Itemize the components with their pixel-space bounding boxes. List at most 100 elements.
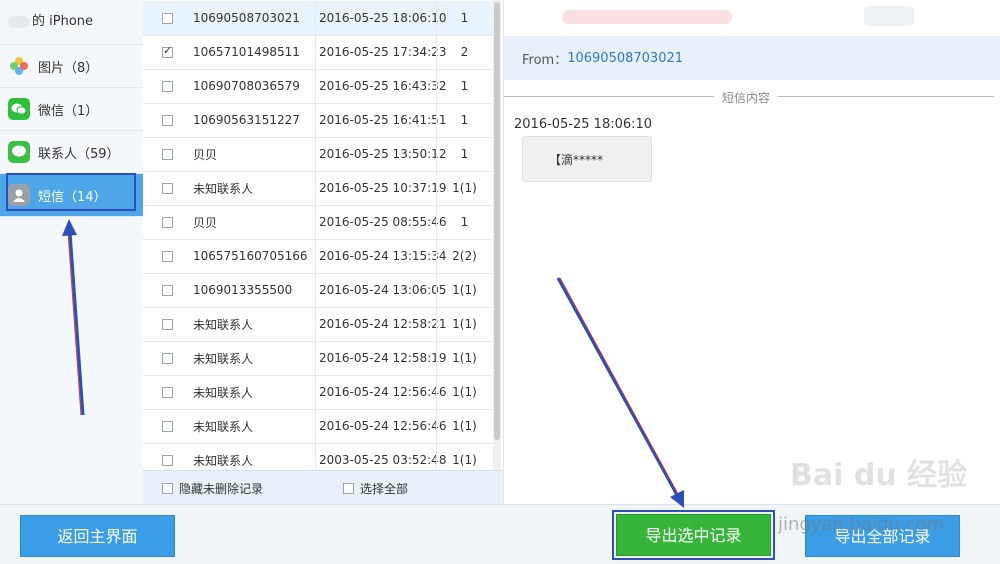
- row-checkbox[interactable]: [162, 44, 173, 58]
- sender-cell: 未知联系人: [193, 385, 254, 400]
- message-row[interactable]: 10690508703021 2016-05-25 18:06:10 1: [143, 1, 493, 36]
- datetime-cell: 2016-05-24 12:58:19: [319, 351, 447, 365]
- message-row[interactable]: 10690563151227 2016-05-25 16:41:51 1: [143, 103, 493, 138]
- device-header: 的 iPhone: [0, 0, 143, 45]
- select-all-label: 选择全部: [360, 481, 409, 496]
- datetime-cell: 2003-05-25 03:52:48: [319, 453, 447, 467]
- message-row[interactable]: 未知联系人 2016-05-24 12:56:46 1(1): [143, 375, 493, 410]
- row-checkbox[interactable]: [162, 386, 173, 398]
- column-divider: [315, 205, 316, 239]
- sender-cell: 未知联系人: [193, 351, 254, 366]
- datetime-cell: 2016-05-25 16:41:51: [319, 113, 447, 127]
- message-row[interactable]: 贝贝 2016-05-25 13:50:12 1: [143, 137, 493, 172]
- sender-cell: 未知联系人: [193, 181, 254, 196]
- count-cell: 1(1): [452, 283, 477, 297]
- select-all-checkbox[interactable]: [343, 482, 354, 494]
- datetime-cell: 2016-05-24 13:15:34: [319, 249, 447, 263]
- sidebar-item-photos[interactable]: 图片（8）: [0, 45, 143, 88]
- sender-cell: 10657101498511: [193, 45, 300, 59]
- count-cell: 1(1): [452, 385, 477, 399]
- column-divider: [315, 171, 316, 205]
- hide-deleted-checkbox[interactable]: [162, 482, 173, 494]
- export-selected-button[interactable]: 导出选中记录: [616, 514, 771, 556]
- row-checkbox[interactable]: [162, 216, 173, 228]
- datetime-cell: 2016-05-24 12:56:46: [319, 419, 447, 433]
- wechat-icon: [8, 98, 30, 120]
- sender-cell: 贝贝: [193, 147, 218, 162]
- row-checkbox[interactable]: [162, 148, 173, 160]
- count-cell: 1(1): [452, 181, 477, 195]
- count-cell: 1(1): [452, 419, 477, 433]
- detail-top-bar: [504, 0, 1000, 36]
- count-cell: 2: [460, 45, 469, 59]
- sidebar: 的 iPhone 图片（8） 微信（1） 联系人（59） 短信（14）: [0, 0, 144, 504]
- device-label: 的 iPhone: [32, 14, 94, 29]
- count-cell: 1: [460, 147, 469, 161]
- message-row[interactable]: 1069013355500 2016-05-24 13:06:05 1(1): [143, 273, 493, 308]
- sidebar-item-contacts[interactable]: 联系人（59）: [0, 131, 143, 174]
- sender-cell: 贝贝: [193, 215, 218, 230]
- sender-cell: 10690563151227: [193, 113, 300, 127]
- datetime-cell: 2016-05-24 12:58:21: [319, 317, 447, 331]
- message-row[interactable]: 贝贝 2016-05-25 08:55:46 1: [143, 205, 493, 240]
- sender-cell: 10690708036579: [193, 79, 300, 93]
- datetime-cell: 2016-05-25 10:37:19: [319, 181, 447, 195]
- column-divider: [315, 239, 316, 273]
- back-to-main-button[interactable]: 返回主界面: [20, 515, 175, 557]
- message-timestamp: 2016-05-25 18:06:10: [514, 117, 653, 132]
- datetime-cell: 2016-05-25 18:06:10: [319, 11, 447, 25]
- count-cell: 2(2): [452, 249, 477, 263]
- count-cell: 1: [460, 215, 469, 229]
- row-checkbox[interactable]: [162, 12, 173, 24]
- message-row[interactable]: 未知联系人 2016-05-24 12:56:46 1(1): [143, 409, 493, 444]
- row-checkbox[interactable]: [162, 284, 173, 296]
- sender-cell: 未知联系人: [193, 317, 254, 332]
- row-checkbox[interactable]: [162, 80, 173, 92]
- message-list: 10690508703021 2016-05-25 18:06:10 1 106571…: [143, 0, 503, 505]
- sender-cell: 106575160705166: [193, 249, 308, 263]
- row-checkbox[interactable]: [162, 318, 173, 330]
- row-checkbox[interactable]: [162, 454, 173, 466]
- section-label: 短信内容: [714, 89, 779, 106]
- count-cell: 1: [460, 11, 469, 25]
- column-divider: [315, 341, 316, 375]
- datetime-cell: 2016-05-24 13:06:05: [319, 283, 447, 297]
- blurred-text: [562, 10, 732, 24]
- message-detail-pane: From： 10690508703021 短信内容 2016-05-25 18:0…: [503, 0, 1000, 504]
- message-row[interactable]: 10690708036579 2016-05-25 16:43:32 1: [143, 69, 493, 104]
- sidebar-item-label: 微信（1）: [38, 103, 99, 119]
- from-prefix: From：: [522, 52, 568, 68]
- count-cell: 1: [460, 113, 469, 127]
- count-cell: 1: [460, 79, 469, 93]
- row-checkbox[interactable]: [162, 420, 173, 432]
- column-divider: [315, 375, 316, 409]
- list-footer: 隐藏未删除记录 选择全部: [143, 470, 503, 505]
- message-row[interactable]: 106575160705166 2016-05-24 13:15:34 2(2): [143, 239, 493, 274]
- column-divider: [315, 409, 316, 443]
- datetime-cell: 2016-05-25 13:50:12: [319, 147, 447, 161]
- message-row[interactable]: 未知联系人 2016-05-25 10:37:19 1(1): [143, 171, 493, 206]
- datetime-cell: 2016-05-25 08:55:46: [319, 215, 447, 229]
- annotation-highlight-box: [6, 173, 136, 211]
- row-checkbox[interactable]: [162, 250, 173, 262]
- row-checkbox[interactable]: [162, 114, 173, 126]
- contacts-icon: [8, 141, 30, 163]
- sidebar-item-wechat[interactable]: 微信（1）: [0, 88, 143, 131]
- count-cell: 1(1): [452, 453, 477, 467]
- message-row[interactable]: 10657101498511 2016-05-25 17:34:23 2: [143, 35, 493, 70]
- scrollbar-thumb[interactable]: [494, 2, 500, 440]
- message-row[interactable]: 未知联系人 2016-05-24 12:58:19 1(1): [143, 341, 493, 376]
- device-name-blurred: [8, 15, 30, 28]
- from-bar: From： 10690508703021: [504, 36, 1000, 80]
- row-checkbox[interactable]: [162, 182, 173, 194]
- blurred-text: [864, 6, 914, 26]
- watermark-logo: Bai du 经验: [790, 458, 968, 493]
- message-row[interactable]: 未知联系人 2016-05-24 12:58:21 1(1): [143, 307, 493, 342]
- message-bubble: 【滴*****: [522, 136, 652, 182]
- sender-cell: 10690508703021: [193, 11, 300, 25]
- row-checkbox[interactable]: [162, 352, 173, 364]
- sidebar-item-label: 图片（8）: [38, 60, 99, 76]
- column-divider: [315, 69, 316, 103]
- count-cell: 1(1): [452, 317, 477, 331]
- sender-cell: 未知联系人: [193, 419, 254, 434]
